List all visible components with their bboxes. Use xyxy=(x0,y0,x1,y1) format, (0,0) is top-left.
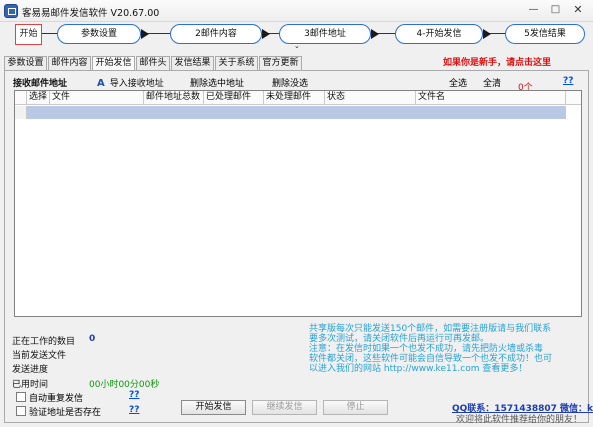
shareware-notice: 共享版每次只能发送150个邮件，如需要注册版请与我们联系 要多次测试，请关闭软件… xyxy=(309,324,553,374)
step-address[interactable]: 3邮件地址 xyxy=(279,24,371,44)
tab-result[interactable]: 发信结果 xyxy=(171,56,214,70)
window-title: 客易易邮件发信软件 V20.67.00 xyxy=(22,8,160,19)
import-address-button[interactable]: A 导入接收地址 xyxy=(97,76,164,89)
col-unprocessed[interactable]: 未处理邮件 xyxy=(264,91,325,105)
step-content[interactable]: 2邮件内容 xyxy=(170,24,262,44)
step-result[interactable]: 5发信结果 xyxy=(505,24,585,44)
title-bar: 客易易邮件发信软件 V20.67.00 — □ ✕ xyxy=(0,0,593,22)
elapsed-label: 已用时间 xyxy=(12,380,49,390)
start-button[interactable]: 开始 xyxy=(15,24,42,45)
font-a-icon: A xyxy=(97,78,105,89)
progress-label: 发送进度 xyxy=(12,365,49,375)
col-filename[interactable]: 文件名 xyxy=(416,91,566,105)
current-file-label: 当前发送文件 xyxy=(12,351,67,361)
select-all-button[interactable]: 全选 xyxy=(449,76,467,89)
chevron-down-icon: ⌄ xyxy=(294,42,300,50)
delete-unselected-button[interactable]: 删除没选 xyxy=(272,76,308,89)
checkbox-icon[interactable] xyxy=(16,392,26,402)
stop-button[interactable]: 停止 xyxy=(323,400,388,415)
grid-header: 选择 文件 邮件地址总数 已处理邮件 未处理邮件 状态 文件名 xyxy=(15,91,581,105)
import-address-label: 导入接收地址 xyxy=(109,79,164,89)
recommend-text: 欢迎将此软件推荐给你的朋友！ xyxy=(456,415,583,425)
active-jobs-value: 0 xyxy=(89,334,96,344)
verify-help-link[interactable]: ?? xyxy=(129,405,139,415)
close-button[interactable]: ✕ xyxy=(567,3,589,18)
arrow-right-icon xyxy=(483,29,491,39)
delete-selected-button[interactable]: 删除选中地址 xyxy=(190,76,244,89)
tab-header[interactable]: 邮件头 xyxy=(136,56,170,70)
continue-send-button[interactable]: 继续发信 xyxy=(252,400,317,415)
app-icon xyxy=(4,4,18,18)
verify-address-checkbox[interactable]: 验证地址是否存在 xyxy=(16,405,101,418)
address-grid[interactable]: 选择 文件 邮件地址总数 已处理邮件 未处理邮件 状态 文件名 xyxy=(14,90,582,317)
tab-send[interactable]: 开始发信 xyxy=(92,56,135,70)
maximize-button[interactable]: □ xyxy=(546,3,565,18)
arrow-right-icon xyxy=(371,29,379,39)
col-total[interactable]: 邮件地址总数 xyxy=(144,91,204,105)
tab-about[interactable]: 关于系统 xyxy=(215,56,258,70)
newbie-help-link[interactable]: 如果你是新手，请点击这里 xyxy=(443,55,551,68)
grid-corner xyxy=(15,91,27,105)
auto-resend-label: 自动重复发信 xyxy=(29,394,84,404)
step-send[interactable]: 4-开始发信 xyxy=(395,24,483,44)
step-params[interactable]: 参数设置 xyxy=(57,24,141,44)
auto-resend-help-link[interactable]: ?? xyxy=(129,390,139,400)
auto-resend-checkbox[interactable]: 自动重复发信 xyxy=(16,391,83,404)
row-header[interactable] xyxy=(15,106,27,119)
col-processed[interactable]: 已处理邮件 xyxy=(204,91,264,105)
help-link[interactable]: ?? xyxy=(563,76,573,86)
checkbox-icon[interactable] xyxy=(16,406,26,416)
minimize-button[interactable]: — xyxy=(524,3,543,18)
col-status[interactable]: 状态 xyxy=(325,91,416,105)
arrow-right-icon xyxy=(262,29,270,39)
clear-all-button[interactable]: 全清 xyxy=(483,76,501,89)
start-send-button[interactable]: 开始发信 xyxy=(181,400,246,415)
elapsed-value: 00小时00分00秒 xyxy=(89,380,160,390)
tab-params[interactable]: 参数设置 xyxy=(4,56,47,70)
recv-address-label: 接收邮件地址 xyxy=(13,79,68,89)
verify-address-label: 验证地址是否存在 xyxy=(29,408,102,418)
tab-update[interactable]: 官方更新 xyxy=(259,56,302,70)
tab-content[interactable]: 邮件内容 xyxy=(48,56,91,70)
col-select[interactable]: 选择 xyxy=(27,91,50,105)
arrow-right-icon xyxy=(141,29,149,39)
col-file[interactable]: 文件 xyxy=(50,91,144,105)
table-row[interactable] xyxy=(27,106,566,119)
active-jobs-label: 正在工作的数目 xyxy=(12,337,76,347)
